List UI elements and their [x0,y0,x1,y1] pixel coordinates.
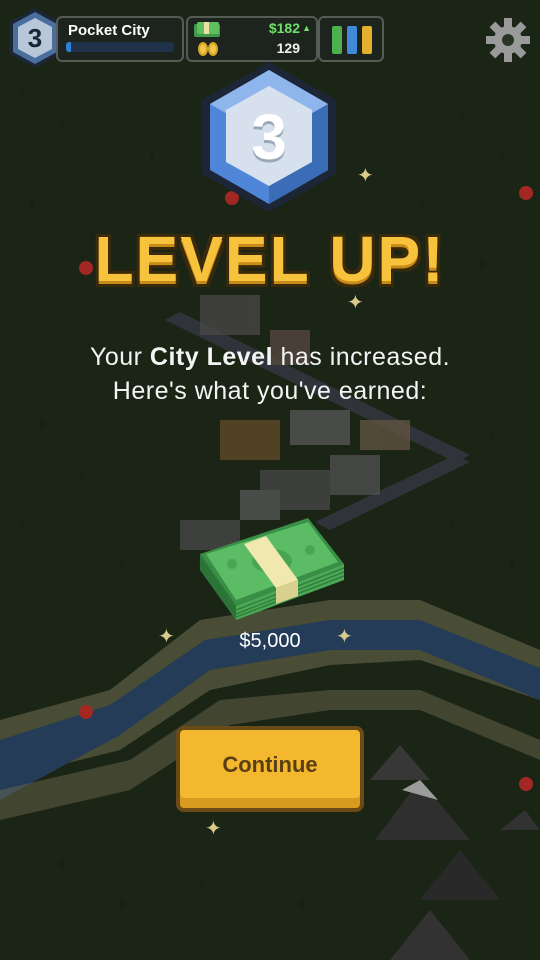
city-name: Pocket City [68,22,150,39]
population-icon [198,42,218,56]
level-up-message: Your City Level has increased. Here's wh… [0,340,540,408]
sparkle-icon: ✦ [205,818,222,840]
xp-progress-bar [66,42,174,52]
level-badge-number: 3 [251,101,287,173]
up-arrow-icon: ▲ [302,23,311,33]
sparkle-icon: ✦ [357,165,374,187]
sparkle-icon: ✦ [158,626,175,648]
sparkle-icon: ✦ [336,626,353,648]
resources-panel[interactable]: $182 ▲ 129 [186,16,318,62]
population-count: 129 [276,40,300,56]
level-up-title: LEVEL UP! [94,223,446,295]
xp-progress-fill [66,42,72,52]
industrial-demand-bar [362,26,372,54]
sparkle-icon: ✦ [347,292,364,314]
commercial-demand-bar [347,26,357,54]
message-line-2: Here's what you've earned: [112,377,428,405]
city-info-panel[interactable]: Pocket City [56,16,184,62]
level-badge-icon: 3 [196,58,342,216]
cash-stack-icon [199,518,345,620]
gear-icon[interactable] [484,16,532,64]
continue-button[interactable]: Continue [176,726,364,812]
money-amount: $182 [268,20,300,36]
message-line-1: Your City Level has increased. [89,343,451,371]
reward-amount: $5,000 [239,630,301,652]
residential-demand-bar [332,26,342,54]
demand-bars-icon[interactable] [318,16,384,62]
money-icon [194,22,220,37]
city-level-label: City Level [149,343,274,371]
continue-label: Continue [222,752,318,777]
